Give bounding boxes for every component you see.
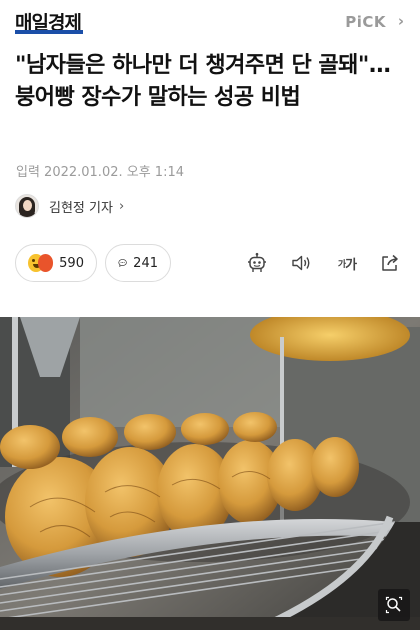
chevron-right-icon: › [118,198,125,214]
article-photo[interactable] [0,317,420,630]
comment-count: 241 [133,255,158,271]
font-small-label: 가 [337,259,346,270]
comment-bubble-icon [118,259,127,267]
speaker-icon[interactable] [290,252,312,274]
share-icon[interactable] [379,252,401,274]
top-bar: 매일경제 PiCK › [0,0,420,44]
reporter-link[interactable]: 김현정 기자 › [15,191,124,221]
article-dateline: 입력 2022.01.02. 오후 1:14 [16,165,184,180]
article-headline: "남자들은 하나만 더 챙겨주면 단 골돼"…붕어빵 장수가 말하는 성공 비법 [15,53,391,110]
fish-bread-photo [0,317,420,630]
pick-label[interactable]: PiCK [345,13,386,31]
angry-face-icon [37,254,54,272]
zoom-icon [385,596,403,614]
robot-summary-icon[interactable] [246,252,268,274]
reaction-button[interactable]: 590 [15,244,97,282]
comment-button[interactable]: 241 [105,244,171,282]
article-action-bar: 590 241 가가 [15,244,410,282]
reporter-name: 김현정 기자 [49,200,113,216]
reaction-count: 590 [59,255,84,271]
font-large-label: 가 [345,257,357,273]
zoom-image-button[interactable] [378,589,410,621]
logo-underline [15,30,83,34]
chevron-right-icon[interactable]: › [398,12,404,30]
font-size-icon[interactable]: 가가 [334,252,360,274]
reporter-avatar [15,194,39,218]
